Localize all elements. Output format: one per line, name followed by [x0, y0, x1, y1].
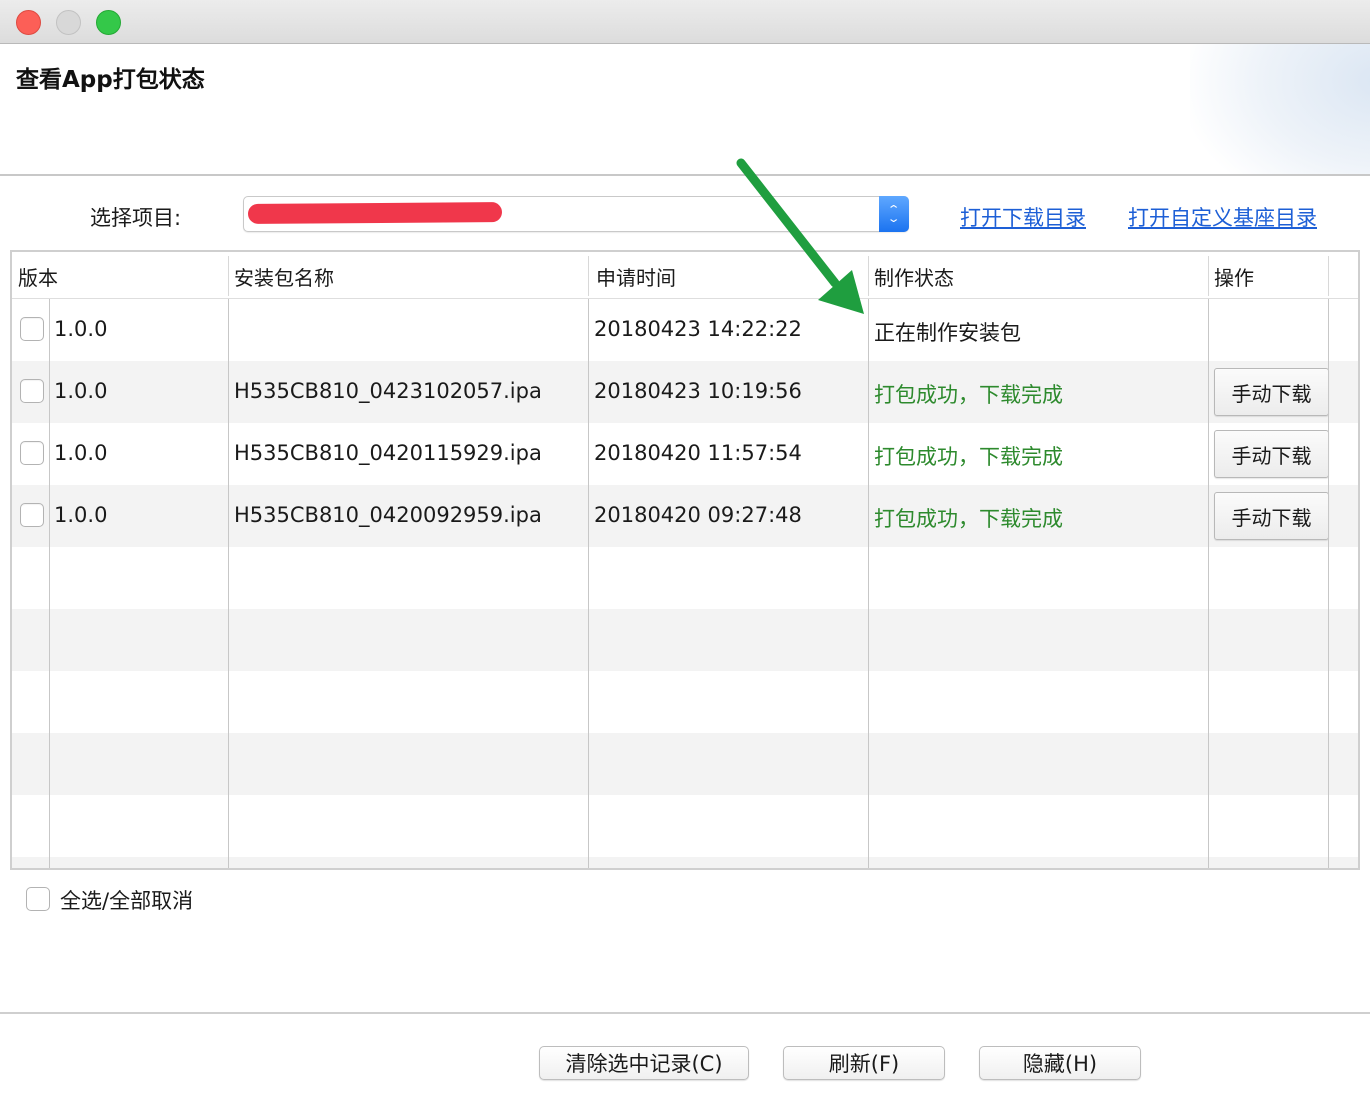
select-all-label[interactable]: 全选/全部取消: [60, 885, 193, 915]
time-cell: 20180420 11:57:54: [594, 441, 802, 465]
page-title: 查看App打包状态: [16, 67, 205, 93]
column-header-status[interactable]: 制作状态: [874, 262, 954, 291]
time-cell: 20180423 14:22:22: [594, 317, 802, 341]
close-icon[interactable]: [16, 10, 41, 35]
table-row[interactable]: 1.0.0 H535CB810_0420092959.ipa 20180420 …: [12, 485, 1358, 547]
redaction-mark: [247, 202, 503, 224]
title-bar: [0, 0, 1370, 44]
column-divider: [588, 299, 589, 868]
column-divider: [1208, 299, 1209, 868]
empty-row: [12, 857, 1358, 868]
manual-download-button[interactable]: 手动下载: [1214, 368, 1329, 416]
column-header-version[interactable]: 版本: [18, 262, 58, 291]
maximize-icon[interactable]: [96, 10, 121, 35]
clear-selected-button[interactable]: 清除选中记录(C): [539, 1046, 749, 1080]
table-row[interactable]: 1.0.0 H535CB810_0423102057.ipa 20180423 …: [12, 361, 1358, 423]
header-divider: [1328, 256, 1329, 296]
project-select[interactable]: ⌃ ⌄: [243, 196, 909, 232]
row-checkbox[interactable]: [20, 441, 44, 465]
column-divider: [1328, 299, 1329, 868]
header-divider: [868, 256, 869, 296]
version-cell: 1.0.0: [54, 441, 108, 465]
row-checkbox[interactable]: [20, 317, 44, 341]
time-cell: 20180420 09:27:48: [594, 503, 802, 527]
version-cell: 1.0.0: [54, 379, 108, 403]
app-window: 查看App打包状态 选择项目: ⌃ ⌄ 打开下载目录 打开自定义基座目录 版本 …: [0, 0, 1370, 1116]
empty-row: [12, 795, 1358, 857]
status-cell: 打包成功，下载完成: [874, 383, 1063, 407]
package-cell: H535CB810_0420092959.ipa: [234, 503, 542, 527]
empty-row: [12, 609, 1358, 671]
banner-decoration: [1190, 44, 1370, 174]
manual-download-button[interactable]: 手动下载: [1214, 430, 1329, 478]
column-header-package[interactable]: 安装包名称: [234, 262, 334, 291]
column-header-action[interactable]: 操作: [1214, 262, 1254, 291]
column-divider: [49, 299, 50, 868]
header-divider: [1208, 256, 1209, 296]
open-custom-base-dir-link[interactable]: 打开自定义基座目录: [1128, 202, 1317, 232]
package-table: 版本 安装包名称 申请时间 制作状态 操作 1.0.0 20180423 14:…: [10, 250, 1360, 870]
version-cell: 1.0.0: [54, 503, 108, 527]
row-checkbox[interactable]: [20, 379, 44, 403]
header-banner: 查看App打包状态: [0, 44, 1370, 176]
up-down-chevron-icon[interactable]: ⌃ ⌄: [879, 196, 909, 232]
column-divider: [868, 299, 869, 868]
status-cell: 正在制作安装包: [874, 321, 1021, 345]
package-cell: H535CB810_0423102057.ipa: [234, 379, 542, 403]
time-cell: 20180423 10:19:56: [594, 379, 802, 403]
refresh-button[interactable]: 刷新(F): [783, 1046, 945, 1080]
column-divider: [228, 299, 229, 868]
table-row[interactable]: 1.0.0 20180423 14:22:22 正在制作安装包: [12, 299, 1358, 361]
row-checkbox[interactable]: [20, 503, 44, 527]
empty-row: [12, 733, 1358, 795]
status-cell: 打包成功，下载完成: [874, 507, 1063, 531]
version-cell: 1.0.0: [54, 317, 108, 341]
header-divider: [228, 256, 229, 296]
minimize-icon[interactable]: [56, 10, 81, 35]
package-cell: H535CB810_0420115929.ipa: [234, 441, 542, 465]
table-header: 版本 安装包名称 申请时间 制作状态 操作: [12, 252, 1358, 299]
header-divider: [588, 256, 589, 296]
manual-download-button[interactable]: 手动下载: [1214, 492, 1329, 540]
status-cell: 打包成功，下载完成: [874, 445, 1063, 469]
column-header-time[interactable]: 申请时间: [596, 262, 676, 291]
empty-row: [12, 671, 1358, 733]
select-all-checkbox[interactable]: [26, 887, 50, 911]
open-download-dir-link[interactable]: 打开下载目录: [960, 202, 1086, 232]
chevron-down-icon: ⌄: [887, 212, 901, 225]
hide-button[interactable]: 隐藏(H): [979, 1046, 1141, 1080]
table-row[interactable]: 1.0.0 H535CB810_0420115929.ipa 20180420 …: [12, 423, 1358, 485]
empty-row: [12, 547, 1358, 609]
project-select-label: 选择项目:: [90, 206, 182, 230]
footer-divider: [0, 1012, 1370, 1014]
